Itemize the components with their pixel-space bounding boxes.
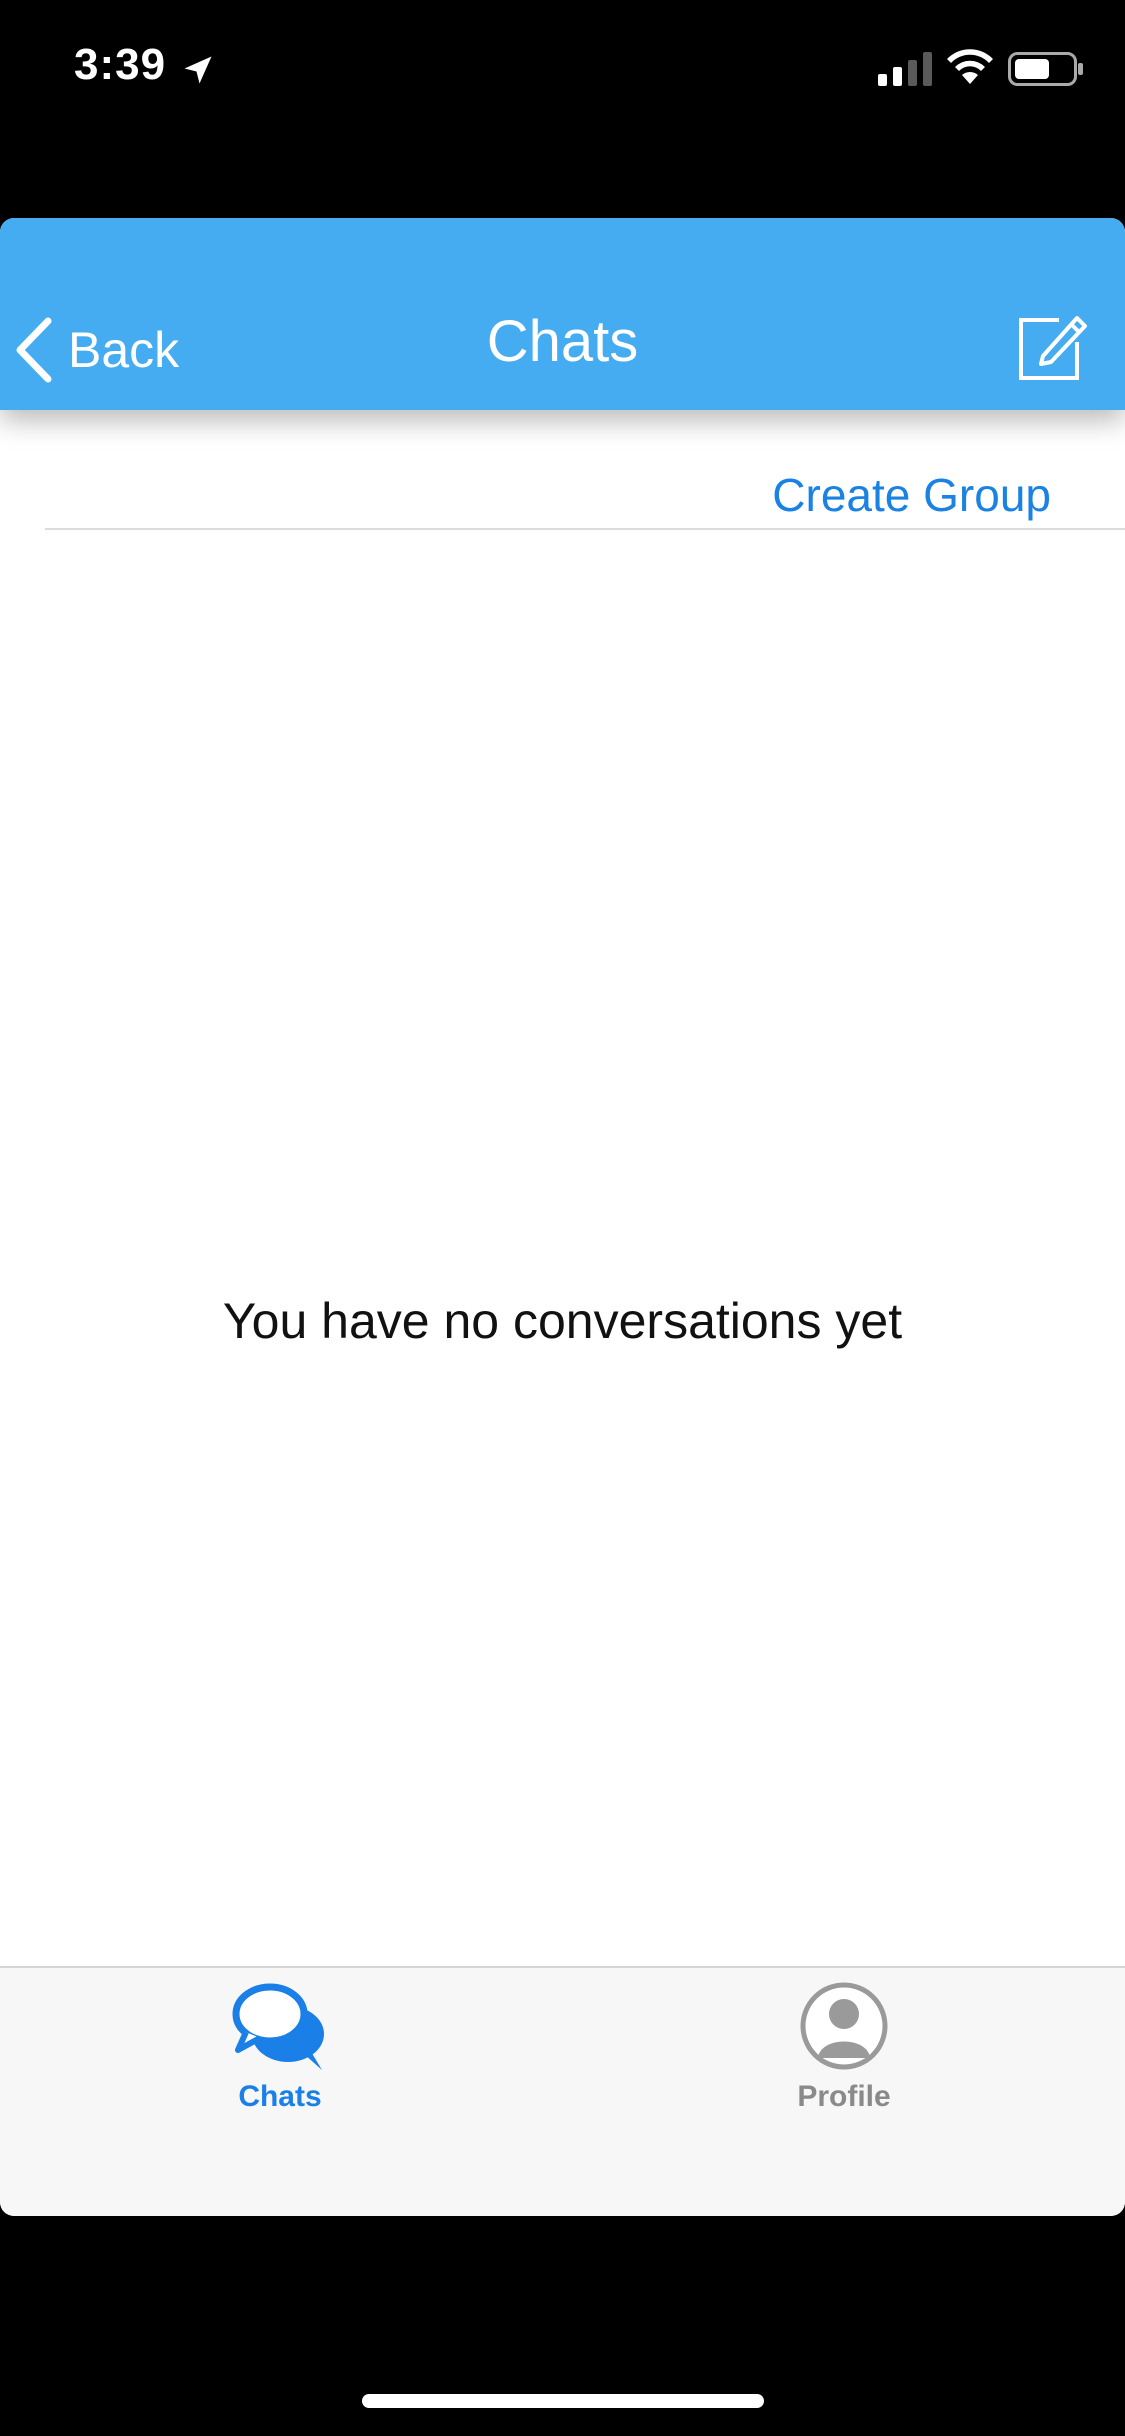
compose-icon[interactable] [1015, 308, 1089, 382]
location-arrow-icon [184, 56, 212, 84]
phone-screen: 3:39 Back Chats Create Group You have no… [0, 0, 1125, 2436]
tab-chats[interactable]: Chats [180, 1978, 380, 2138]
divider [45, 528, 1125, 530]
chevron-left-icon [16, 317, 52, 383]
back-button[interactable]: Back [14, 310, 179, 390]
wifi-icon [947, 49, 993, 84]
tab-label-chats: Chats [238, 2080, 322, 2113]
create-group-button[interactable]: Create Group [772, 468, 1051, 522]
status-time: 3:39 [74, 40, 167, 89]
cellular-signal-icon [878, 52, 932, 86]
battery-icon [1008, 52, 1083, 86]
chat-bubbles-icon [232, 1983, 324, 2070]
tab-label-profile: Profile [797, 2080, 891, 2113]
back-label: Back [68, 322, 180, 378]
home-indicator[interactable] [362, 2394, 764, 2408]
tab-bar: Chats Profile [0, 1966, 1125, 2216]
status-bar: 3:39 [0, 0, 1125, 140]
tab-profile[interactable]: Profile [744, 1978, 944, 2138]
profile-icon [800, 1982, 888, 2070]
chats-screen: Back Chats Create Group You have no conv… [0, 218, 1125, 2216]
navigation-bar: Back Chats [0, 218, 1125, 410]
empty-state-message: You have no conversations yet [222, 1293, 903, 1349]
